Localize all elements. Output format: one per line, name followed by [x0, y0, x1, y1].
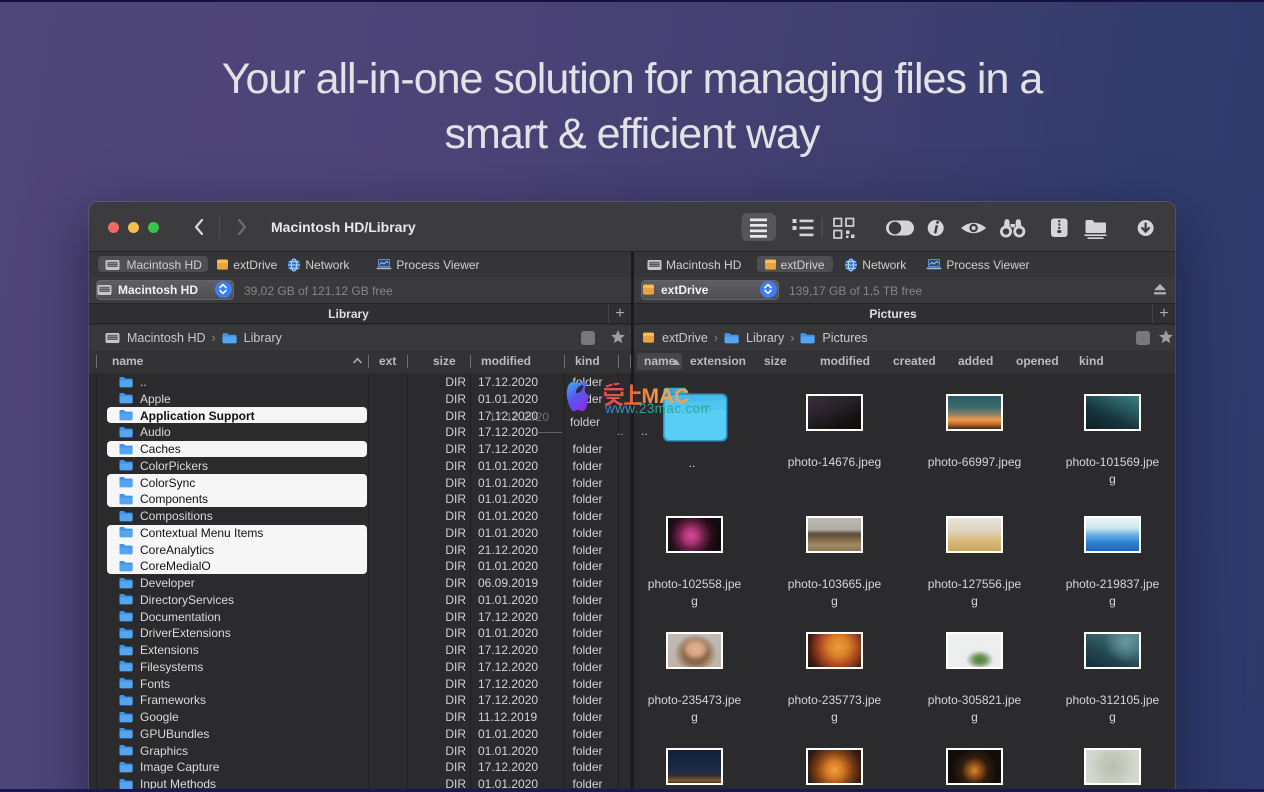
svg-text:www.23mac.com: www.23mac.com — [604, 401, 710, 416]
